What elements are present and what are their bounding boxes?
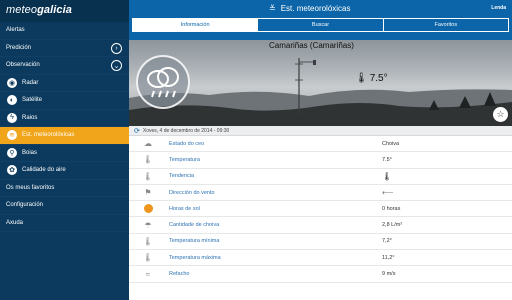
table-row: ☁ Estado do ceo Choiva xyxy=(129,136,512,153)
sidebar-item-label: Alertas xyxy=(6,27,25,34)
page-title-text: Est. meteorolóxicas xyxy=(280,4,351,13)
add-favorite-button[interactable]: ☆ xyxy=(493,107,508,122)
tab-favoritos[interactable]: Favoritos xyxy=(384,19,508,31)
chevron-right-icon[interactable]: › xyxy=(111,42,122,54)
thermometer-max-icon: 🌡︎ xyxy=(142,253,154,263)
refresh-icon[interactable]: ⟳ xyxy=(134,127,140,135)
row-label: Temperatura máxima xyxy=(169,254,221,261)
table-row: ⚑ Dirección do vento ⟵ xyxy=(129,185,512,202)
lightning-icon: ϟ xyxy=(7,112,17,123)
station-name: Camariñas (Camariñas) xyxy=(269,41,354,50)
sidebar-item-label: Radar xyxy=(22,79,39,86)
sidebar-item-label: Boias xyxy=(22,149,38,156)
tab-buscar[interactable]: Buscar xyxy=(258,19,384,31)
thermometer-min-icon: 🌡︎ xyxy=(142,236,154,246)
sidebar-item-calidade-do-aire[interactable]: ✿ Calidade do aire xyxy=(0,162,129,180)
sidebar-item-label: Configuración xyxy=(6,202,44,209)
row-value: 0 horas xyxy=(382,205,401,212)
satellite-icon: ◐ xyxy=(7,95,17,106)
tab-informacion[interactable]: Información xyxy=(133,19,259,31)
air-quality-icon: ✿ xyxy=(7,165,17,176)
legend-button[interactable]: Lenda xyxy=(491,5,506,11)
chevron-down-icon[interactable]: ⌄ xyxy=(111,60,122,71)
radar-icon: ◉ xyxy=(7,77,17,88)
row-value: 7,2° xyxy=(382,238,392,245)
sidebar-item-axuda[interactable]: Axuda xyxy=(0,215,129,232)
sidebar-item-boias[interactable]: ⚲ Boias xyxy=(0,145,129,162)
row-label: Tendencia xyxy=(169,173,195,180)
row-label: Estado do ceo xyxy=(169,140,205,147)
sidebar-item-est-meteorolóxicas[interactable]: ≋ Est. meteorolóxicas xyxy=(0,127,129,145)
cloud-icon: ☁ xyxy=(144,139,152,149)
station-icon: ≋ xyxy=(7,130,17,141)
table-row: ☂ Cantidade de choiva 2,8 L/m² xyxy=(129,217,512,234)
table-row: Horas de sol 0 horas xyxy=(129,201,512,218)
tab-bar: Información Buscar Favoritos xyxy=(132,18,509,32)
row-value: 7.5° xyxy=(382,156,392,163)
sidebar-item-label: Est. meteorolóxicas xyxy=(22,132,75,139)
wind-flag-icon: ⚑ xyxy=(144,188,152,198)
header: ≚ Est. meteorolóxicas Lenda Información … xyxy=(129,0,512,40)
sidebar-item-alertas[interactable]: Alertas xyxy=(0,22,129,40)
sidebar-item-raios[interactable]: ϟ Raios xyxy=(0,110,129,127)
table-row: 🌡︎ Temperatura 7.5° xyxy=(129,152,512,169)
trend-thermometer-icon: 🌡︎ xyxy=(382,171,393,181)
station-photo: Camariñas (Camariñas) 🌡︎ 7.5° ☆ xyxy=(129,40,512,126)
sidebar-item-label: Axuda xyxy=(6,219,24,226)
table-row: ≈ Refacho 9 m/s xyxy=(129,266,512,283)
buoy-icon: ⚲ xyxy=(7,147,17,158)
observation-date-row: ⟳ Xoves, 4 de decembro de 2014 - 09:30 xyxy=(129,126,512,136)
gust-icon: ≈ xyxy=(145,269,151,279)
row-label: Dirección do vento xyxy=(169,189,215,196)
row-value: 9 m/s xyxy=(382,271,396,278)
rain-cloud-icon: ☂ xyxy=(144,220,152,230)
sidebar-item-label: Predición xyxy=(6,44,32,51)
sidebar-item-label: Calidade do aire xyxy=(22,167,66,174)
sidebar-item-configuración[interactable]: Configuración xyxy=(0,197,129,215)
table-row: 🌡︎ Temperatura máxima 11,2° xyxy=(129,250,512,267)
sidebar-item-satélite[interactable]: ◐ Satélite xyxy=(0,92,129,110)
row-label: Refacho xyxy=(169,271,190,278)
sun-icon xyxy=(141,203,155,215)
app-logo: meteogalicia xyxy=(0,0,129,22)
sidebar-item-observación[interactable]: Observación ⌄ xyxy=(0,57,129,75)
current-temperature: 🌡︎ 7.5° xyxy=(355,73,388,84)
row-label: Temperatura mínima xyxy=(169,238,220,245)
table-row: 🌡︎ Tendencia 🌡︎ xyxy=(129,169,512,185)
row-value: Choiva xyxy=(382,140,400,147)
sidebar-item-label: Raios xyxy=(22,114,38,121)
sidebar-item-os-meus-favoritos[interactable]: Os meus favoritos xyxy=(0,180,129,197)
page-title: ≚ Est. meteorolóxicas xyxy=(269,4,351,13)
table-row: 🌡︎ Temperatura mínima 7,2° xyxy=(129,234,512,251)
row-label: Horas de sol xyxy=(169,205,200,212)
sidebar: meteogalicia Alertas Predición › Observació… xyxy=(0,0,129,300)
rain-weather-icon xyxy=(136,55,190,109)
observation-date: Xoves, 4 de decembro de 2014 - 09:30 xyxy=(142,127,230,134)
sidebar-item-label: Os meus favoritos xyxy=(6,184,55,191)
row-label: Cantidade de choiva xyxy=(169,222,220,229)
row-value: 2,8 L/m² xyxy=(382,222,403,229)
sidebar-item-label: Satélite xyxy=(22,97,43,104)
sidebar-nav: Alertas Predición › Observación ⌄ ◉ Radar ◐ Saté… xyxy=(0,22,129,232)
row-label: Temperatura xyxy=(169,156,200,163)
sidebar-item-label: Observación xyxy=(6,62,40,69)
station-list-icon: ≚ xyxy=(269,4,276,13)
thermometer-icon: 🌡︎ xyxy=(142,155,154,165)
thermometer-icon: 🌡︎ xyxy=(142,171,154,181)
thermometer-icon: 🌡︎ xyxy=(355,73,368,84)
wind-direction-arrow-icon: ⟵ xyxy=(382,188,394,198)
sidebar-item-predición[interactable]: Predición › xyxy=(0,40,129,57)
row-value: 11,2° xyxy=(382,254,395,261)
observation-table: ☁ Estado do ceo Choiva 🌡︎ Temperatura 7.5° 🌡︎ T… xyxy=(129,136,512,283)
sidebar-item-radar[interactable]: ◉ Radar xyxy=(0,75,129,92)
